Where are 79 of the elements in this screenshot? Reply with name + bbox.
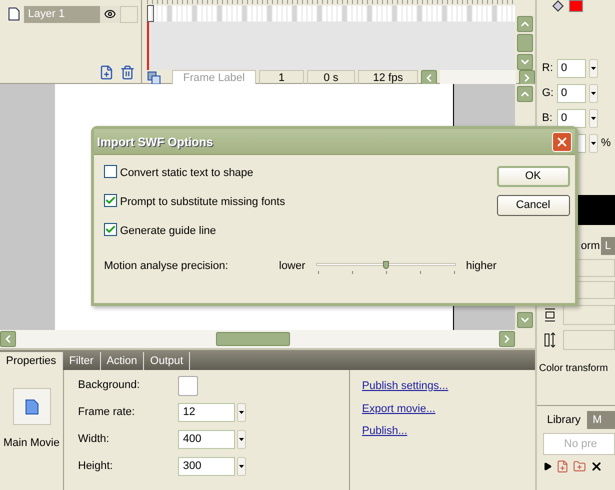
scroll-up-button[interactable] [517, 16, 533, 32]
add-layer-icon[interactable] [99, 64, 114, 80]
value-field[interactable]: 300 [178, 457, 235, 476]
caret-icon [239, 411, 244, 414]
dropdown-arrow-button[interactable] [589, 59, 598, 78]
checkbox-label[interactable]: Convert static text to shape [120, 165, 254, 182]
field-label: Background: [78, 378, 141, 394]
caret-icon [591, 142, 596, 145]
frame-cells[interactable] [147, 5, 515, 22]
panel-tab[interactable]: Action [100, 352, 144, 370]
panel-tab[interactable]: Library [537, 411, 587, 429]
new-symbol-icon[interactable] [556, 460, 569, 472]
delete-icon[interactable] [590, 460, 603, 472]
color-swatch[interactable] [178, 376, 198, 396]
checkbox[interactable] [104, 165, 117, 178]
page-icon [8, 7, 20, 21]
dropdown-arrow-button[interactable] [589, 84, 598, 103]
eye-icon[interactable] [100, 6, 120, 22]
new-folder-icon[interactable] [573, 460, 586, 472]
close-button[interactable] [552, 132, 572, 152]
dropdown-arrow-button[interactable] [237, 430, 246, 449]
document-icon [12, 388, 50, 425]
caret-icon [591, 92, 596, 95]
play-icon[interactable] [543, 462, 552, 470]
dialog-button[interactable]: Cancel [496, 195, 570, 216]
dropdown-arrow-button[interactable] [237, 457, 246, 476]
scroll-thumb[interactable] [216, 332, 290, 346]
channel-label: R: [542, 61, 554, 76]
value-field[interactable]: 400 [178, 430, 235, 449]
document-label: Main Movie [3, 436, 60, 451]
slider-max-label: higher [466, 259, 497, 274]
dialog-title: Import SWF Options [97, 134, 213, 150]
dropdown-arrow-button[interactable] [237, 403, 246, 422]
scroll-right-button[interactable] [499, 331, 515, 347]
fill-color-swatch[interactable] [569, 0, 583, 12]
panel-tab[interactable]: Output [144, 352, 190, 370]
scroll-down-button[interactable] [517, 54, 533, 70]
slider-label: Motion analyse precision: [104, 259, 230, 274]
caret-icon [591, 117, 596, 120]
scroll-thumb[interactable] [517, 34, 533, 52]
dropdown-arrow-button[interactable] [589, 109, 598, 128]
channel-field[interactable]: 0 [557, 84, 586, 103]
channel-field[interactable]: 0 [557, 59, 586, 78]
scroll-left-button[interactable] [0, 331, 16, 347]
slider-thumb[interactable] [383, 261, 389, 269]
scroll-down-button[interactable] [517, 312, 533, 328]
checkbox[interactable] [104, 223, 117, 236]
close-icon [555, 134, 569, 148]
field-label: Frame rate: [78, 405, 136, 420]
slider-track[interactable] [316, 261, 456, 277]
field-label: Height: [78, 459, 114, 474]
checkbox-label[interactable]: Generate guide line [120, 223, 216, 240]
link[interactable]: Export movie... [362, 400, 535, 417]
channel-label: G: [542, 86, 554, 102]
width-icon [543, 332, 557, 348]
input-field[interactable] [563, 330, 615, 350]
lock-toggle[interactable] [120, 6, 138, 22]
checkbox[interactable] [104, 194, 117, 207]
layers-icon[interactable] [147, 71, 161, 85]
unit-label: % [601, 136, 611, 152]
library-preview: No pre [543, 433, 615, 455]
panel-tab[interactable]: Properties [0, 352, 64, 370]
panel-tab[interactable]: Filter [63, 352, 101, 370]
caret-icon [239, 438, 244, 441]
section-label: Color transform [538, 362, 608, 376]
checkbox-label[interactable]: Prompt to substitute missing fonts [120, 194, 286, 210]
dropdown-arrow-button[interactable] [589, 134, 598, 153]
channel-label: B: [542, 111, 554, 126]
caret-icon [239, 465, 244, 468]
height-icon [543, 308, 557, 322]
field-label: Width: [78, 432, 110, 448]
caret-icon [591, 67, 596, 70]
channel-field[interactable]: 0 [557, 109, 586, 128]
scroll-up-button[interactable] [517, 86, 533, 102]
link[interactable]: Publish settings... [362, 378, 535, 394]
value-field[interactable]: 12 [178, 403, 235, 422]
dialog-button[interactable]: OK [496, 166, 570, 187]
link[interactable]: Publish... [362, 423, 535, 440]
slider-min-label: lower [279, 259, 306, 274]
